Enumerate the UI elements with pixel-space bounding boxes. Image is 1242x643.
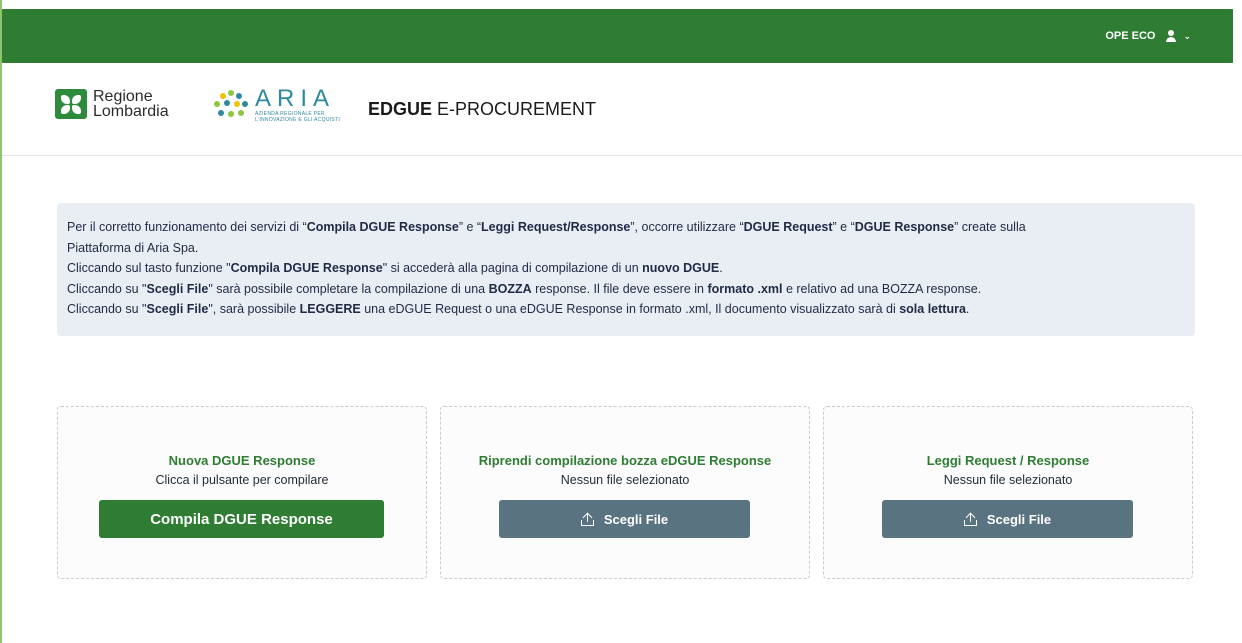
info-line-2: Piattaforma di Aria Spa.	[67, 240, 199, 255]
card-title: Riprendi compilazione bozza eDGUE Respon…	[478, 453, 772, 468]
choose-file-read-button[interactable]: Scegli File	[882, 500, 1133, 538]
info-line-1: Per il corretto funzionamento dei serviz…	[67, 220, 1026, 234]
card-subtitle: Clicca il pulsante per compilare	[155, 473, 329, 487]
regione-text-line1: Regione	[93, 88, 153, 105]
info-panel: Per il corretto funzionamento dei serviz…	[57, 203, 1195, 336]
upload-icon	[963, 512, 977, 526]
aria-wordmark: ARIA	[255, 85, 336, 112]
card-subtitle: Nessun file selezionato	[943, 473, 1073, 487]
card-new-dgue: Nuova DGUE Response Clicca il pulsante p…	[57, 406, 427, 579]
card-title: Leggi Request / Response	[926, 453, 1090, 468]
app-title-bold: EDGUE	[368, 99, 433, 119]
regione-text-line2: Lombardia	[93, 103, 169, 120]
aria-tagline-2: L'INNOVAZIONE E GLI ACQUISTI	[255, 117, 341, 123]
top-bar: OPE ECO ⌄	[2, 9, 1233, 63]
choose-file-draft-button[interactable]: Scegli File	[499, 500, 750, 538]
info-line-3: Cliccando sul tasto funzione "Compila DG…	[67, 261, 723, 275]
info-line-5: Cliccando su "Scegli File", sarà possibi…	[67, 302, 970, 316]
chevron-down-icon: ⌄	[1183, 30, 1191, 41]
regione-lombardia-logo: Regione Lombardia	[55, 88, 169, 120]
card-subtitle: Nessun file selezionato	[560, 473, 690, 487]
aria-logo: ARIA AZIENDA REGIONALE PER L'INNOVAZIONE…	[214, 87, 340, 123]
info-line-4: Cliccando su "Scegli File" sarà possibil…	[67, 281, 982, 296]
upload-icon	[580, 512, 594, 526]
app-title-rest: E-PROCUREMENT	[437, 99, 597, 119]
aria-logo-mark	[214, 90, 250, 120]
card-read-request-response: Leggi Request / Response Nessun file sel…	[823, 406, 1193, 579]
card-resume-draft: Riprendi compilazione bozza eDGUE Respon…	[440, 406, 810, 579]
regione-logo-mark	[55, 89, 87, 119]
app-title: EDGUE E-PROCUREMENT	[368, 99, 596, 120]
user-icon	[1165, 30, 1177, 42]
card-title: Nuova DGUE Response	[168, 453, 316, 468]
header: Regione Lombardia ARIA AZIENDA REGIONALE…	[2, 63, 1242, 156]
compila-dgue-response-button[interactable]: Compila DGUE Response	[99, 500, 384, 538]
user-name: OPE ECO	[1105, 30, 1156, 42]
user-menu[interactable]: OPE ECO ⌄	[1105, 9, 1191, 63]
